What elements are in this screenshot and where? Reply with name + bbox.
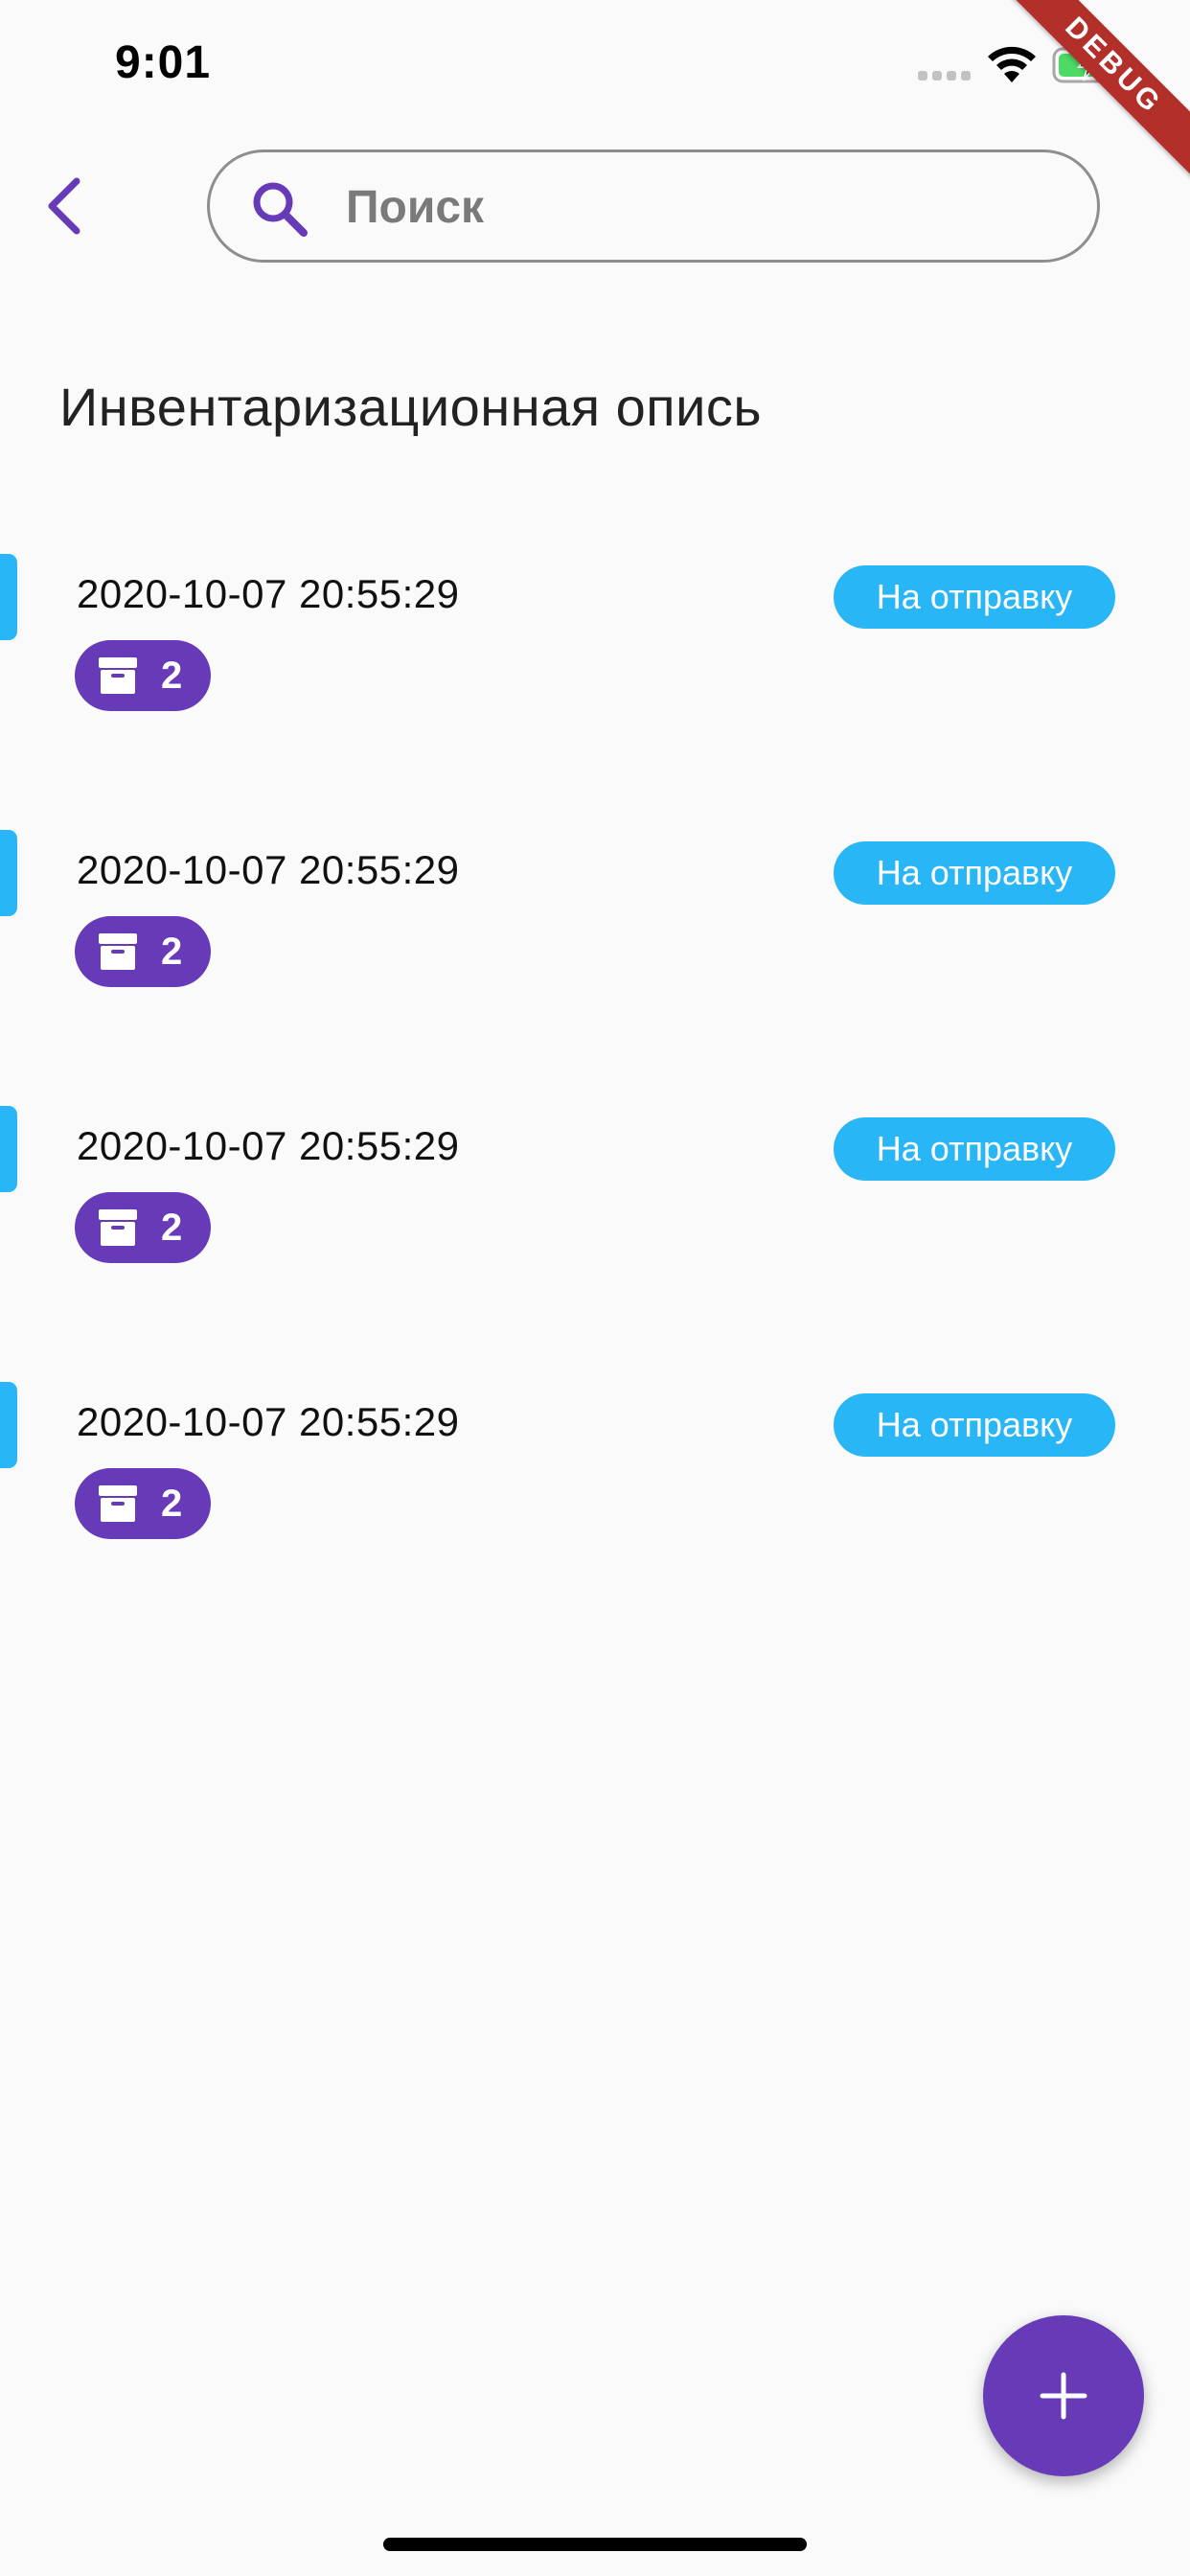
item-accent-bar — [0, 1106, 17, 1192]
status-badge: На отправку — [834, 841, 1115, 905]
chevron-left-icon — [48, 177, 80, 235]
package-box-icon — [99, 933, 137, 970]
page-title: Инвентаризационная опись — [59, 377, 763, 437]
item-accent-bar — [0, 830, 17, 916]
back-button[interactable] — [29, 163, 98, 249]
item-count: 2 — [161, 1483, 183, 1525]
wifi-icon — [988, 46, 1036, 82]
item-date: 2020-10-07 20:55:29 — [77, 1399, 460, 1444]
inventory-list: 2020-10-07 20:55:29 На отправку 2 2020-1… — [0, 537, 1190, 1641]
search-input[interactable] — [346, 170, 1055, 244]
item-count: 2 — [161, 931, 183, 973]
item-date: 2020-10-07 20:55:29 — [77, 847, 460, 892]
list-item[interactable]: 2020-10-07 20:55:29 На отправку 2 — [0, 1365, 1190, 1641]
list-item[interactable]: 2020-10-07 20:55:29 На отправку 2 — [0, 1089, 1190, 1365]
package-box-icon — [99, 657, 137, 694]
item-accent-bar — [0, 554, 17, 640]
cellular-signal-icon — [918, 71, 971, 80]
search-icon — [253, 182, 308, 237]
status-time: 9:01 — [115, 37, 212, 88]
status-bar: 9:01 — [0, 0, 1190, 126]
plus-icon — [1040, 2372, 1087, 2420]
count-chip: 2 — [75, 1192, 211, 1263]
item-accent-bar — [0, 1382, 17, 1468]
package-box-icon — [99, 1209, 137, 1246]
item-date: 2020-10-07 20:55:29 — [77, 571, 460, 616]
add-button[interactable] — [983, 2315, 1144, 2476]
app-screen: 9:01 DEBUG Инвентаризационная опи — [0, 0, 1190, 2576]
count-chip: 2 — [75, 1468, 211, 1539]
status-badge: На отправку — [834, 1393, 1115, 1457]
item-count: 2 — [161, 655, 183, 697]
status-badge: На отправку — [834, 565, 1115, 629]
item-count: 2 — [161, 1207, 183, 1249]
list-item[interactable]: 2020-10-07 20:55:29 На отправку 2 — [0, 537, 1190, 813]
count-chip: 2 — [75, 916, 211, 987]
item-date: 2020-10-07 20:55:29 — [77, 1123, 460, 1168]
search-box[interactable] — [207, 150, 1100, 263]
count-chip: 2 — [75, 640, 211, 711]
home-indicator — [383, 2538, 807, 2551]
status-badge: На отправку — [834, 1117, 1115, 1181]
package-box-icon — [99, 1485, 137, 1522]
list-item[interactable]: 2020-10-07 20:55:29 На отправку 2 — [0, 813, 1190, 1089]
